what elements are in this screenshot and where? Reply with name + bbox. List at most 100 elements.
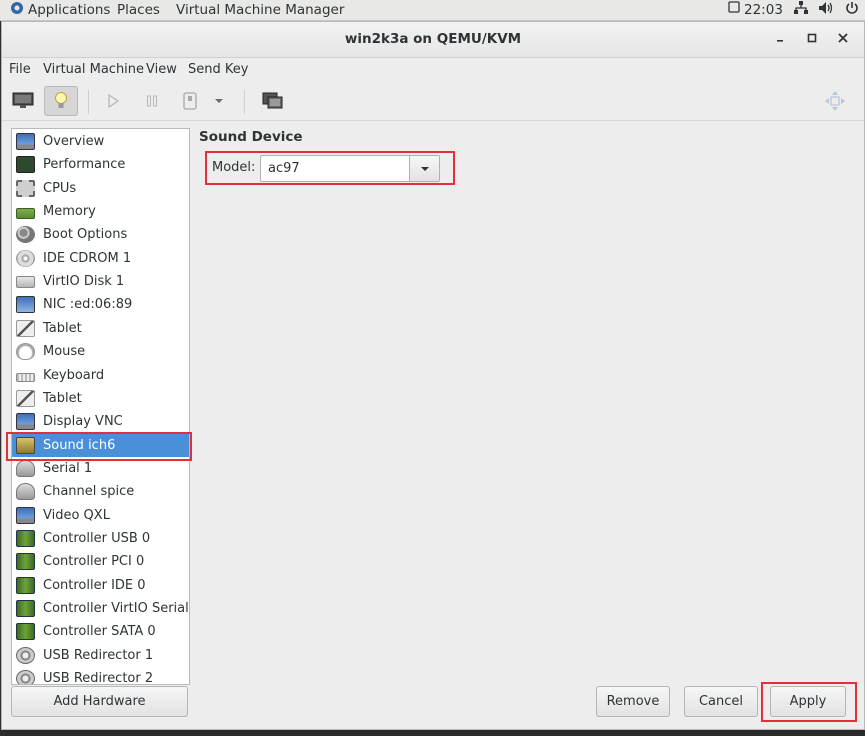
hardware-list-item-label: Boot Options bbox=[43, 227, 128, 243]
usb-redirector-icon bbox=[16, 670, 35, 684]
hardware-list-item-label: USB Redirector 2 bbox=[43, 671, 154, 685]
details-lightbulb-icon[interactable] bbox=[44, 86, 78, 116]
hardware-list-item[interactable]: Controller IDE 0 bbox=[12, 574, 189, 597]
hardware-list-item-label: USB Redirector 1 bbox=[43, 647, 154, 663]
hardware-list-item-label: Keyboard bbox=[43, 367, 105, 383]
menu-file[interactable]: File bbox=[9, 62, 31, 77]
add-hardware-button[interactable]: Add Hardware bbox=[11, 686, 188, 717]
hardware-list-item[interactable]: NIC :ed:06:89 bbox=[12, 293, 189, 316]
shutdown-menu-arrow-icon[interactable] bbox=[209, 86, 229, 116]
memory-icon bbox=[16, 207, 35, 219]
hardware-list-item[interactable]: Sound ich6 bbox=[12, 433, 189, 457]
power-icon[interactable] bbox=[845, 1, 859, 21]
hardware-list-item-label: Mouse bbox=[43, 344, 86, 360]
hardware-list-item-label: Controller SATA 0 bbox=[43, 624, 156, 640]
hardware-list-item[interactable]: Controller VirtIO Serial 0 bbox=[12, 597, 189, 620]
sound-card-icon bbox=[16, 436, 35, 454]
hardware-list-item[interactable]: USB Redirector 2 bbox=[12, 667, 189, 685]
hardware-list-item-label: Controller USB 0 bbox=[43, 530, 151, 546]
monitor-icon bbox=[16, 506, 35, 524]
places-menu[interactable]: Places bbox=[117, 1, 160, 19]
cancel-button[interactable]: Cancel bbox=[684, 686, 758, 717]
cpu-icon bbox=[16, 179, 35, 197]
hardware-list-item[interactable]: Memory bbox=[12, 200, 189, 223]
toolbar-separator bbox=[244, 90, 245, 114]
hardware-list-item[interactable]: Mouse bbox=[12, 340, 189, 363]
hardware-list-item[interactable]: Tablet bbox=[12, 387, 189, 410]
menu-view[interactable]: View bbox=[146, 62, 177, 77]
hardware-list-item-label: Memory bbox=[43, 204, 96, 220]
hardware-list-item[interactable]: Keyboard bbox=[12, 364, 189, 387]
toolbar-separator bbox=[88, 90, 89, 114]
disk-icon bbox=[16, 275, 35, 288]
hardware-list-item[interactable]: Controller USB 0 bbox=[12, 527, 189, 550]
hardware-list-item-label: Display VNC bbox=[43, 414, 123, 430]
chevron-down-icon[interactable] bbox=[409, 156, 439, 181]
window-title: win2k3a on QEMU/KVM bbox=[344, 31, 522, 47]
hardware-list-item-label: Controller IDE 0 bbox=[43, 577, 146, 593]
hardware-list-item[interactable]: Video QXL bbox=[12, 504, 189, 527]
hardware-list-item[interactable]: USB Redirector 1 bbox=[12, 644, 189, 667]
keyboard-icon bbox=[16, 372, 35, 382]
volume-icon[interactable] bbox=[818, 1, 834, 21]
hardware-list-item-label: CPUs bbox=[43, 180, 77, 196]
title-bar: win2k3a on QEMU/KVM bbox=[2, 22, 864, 58]
app-menu[interactable]: Virtual Machine Manager bbox=[176, 1, 344, 19]
hardware-list-item[interactable]: Boot Options bbox=[12, 223, 189, 246]
hardware-list-item[interactable]: Serial 1 bbox=[12, 457, 189, 480]
hardware-list-item-label: Controller PCI 0 bbox=[43, 554, 145, 570]
close-button[interactable] bbox=[835, 31, 851, 47]
applications-menu-icon[interactable] bbox=[10, 1, 24, 21]
clock-icon bbox=[728, 1, 740, 19]
hardware-list-item-label: Serial 1 bbox=[43, 460, 93, 476]
apply-button[interactable]: Apply bbox=[770, 686, 846, 717]
performance-graph-icon bbox=[16, 156, 35, 174]
hardware-list-item[interactable]: CPUs bbox=[12, 177, 189, 200]
network-icon[interactable] bbox=[794, 1, 808, 21]
tablet-icon bbox=[16, 319, 35, 337]
serial-icon bbox=[16, 459, 35, 477]
menu-send-key[interactable]: Send Key bbox=[188, 62, 248, 77]
hardware-list[interactable]: Overview Performance CPUs Memory Boot Option… bbox=[11, 128, 190, 685]
hardware-list-item[interactable]: Overview bbox=[12, 130, 189, 153]
shutdown-icon[interactable] bbox=[173, 86, 207, 116]
menu-virtual-machine[interactable]: Virtual Machine bbox=[43, 62, 144, 77]
hardware-list-item[interactable]: Channel spice bbox=[12, 480, 189, 503]
remove-button[interactable]: Remove bbox=[596, 686, 670, 717]
run-icon[interactable] bbox=[96, 86, 130, 116]
monitor-icon bbox=[16, 133, 35, 150]
fullscreen-icon[interactable] bbox=[818, 86, 852, 116]
controller-icon bbox=[16, 600, 35, 617]
hardware-list-item-label: Sound ich6 bbox=[43, 437, 116, 453]
maximize-button[interactable] bbox=[804, 31, 820, 47]
hardware-list-item[interactable]: Performance bbox=[12, 153, 189, 176]
toolbar bbox=[2, 82, 864, 121]
serial-icon bbox=[16, 483, 35, 501]
hardware-list-item-label: Channel spice bbox=[43, 484, 135, 500]
tablet-icon bbox=[16, 389, 35, 407]
hardware-list-item[interactable]: Display VNC bbox=[12, 410, 189, 433]
clock[interactable]: 22:03 bbox=[744, 1, 783, 19]
hardware-list-item[interactable]: Tablet bbox=[12, 317, 189, 340]
usb-redirector-icon bbox=[16, 646, 35, 664]
applications-menu[interactable]: Applications bbox=[28, 1, 110, 19]
hardware-list-item[interactable]: Controller PCI 0 bbox=[12, 550, 189, 573]
network-icon bbox=[16, 296, 35, 314]
hardware-list-item-label: IDE CDROM 1 bbox=[43, 250, 132, 266]
hardware-list-item-label: NIC :ed:06:89 bbox=[43, 297, 133, 313]
hardware-list-item-label: Overview bbox=[43, 134, 105, 149]
hardware-list-item-label: Performance bbox=[43, 157, 126, 173]
console-monitor-icon[interactable] bbox=[6, 86, 40, 116]
hardware-list-item[interactable]: VirtIO Disk 1 bbox=[12, 270, 189, 293]
hardware-list-item[interactable]: IDE CDROM 1 bbox=[12, 247, 189, 270]
controller-icon bbox=[16, 529, 35, 547]
section-title: Sound Device bbox=[199, 129, 303, 145]
cdrom-icon bbox=[16, 249, 35, 267]
model-combobox[interactable]: ac97 bbox=[260, 155, 440, 182]
pause-icon[interactable] bbox=[135, 86, 169, 116]
gnome-top-bar: Applications Places Virtual Machine Mana… bbox=[0, 0, 865, 21]
snapshot-icon[interactable] bbox=[256, 86, 290, 116]
minimize-button[interactable] bbox=[772, 31, 788, 47]
gears-icon bbox=[16, 226, 35, 244]
hardware-list-item[interactable]: Controller SATA 0 bbox=[12, 620, 189, 643]
